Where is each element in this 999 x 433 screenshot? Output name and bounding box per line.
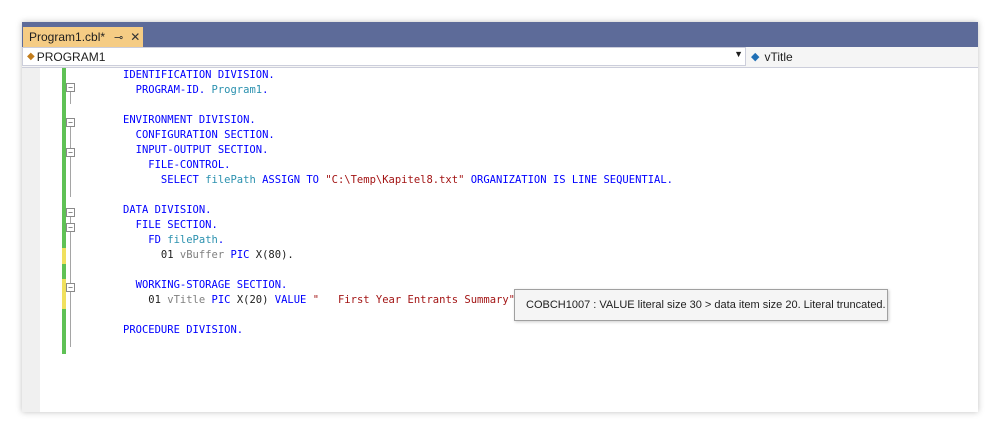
change-bar-unsaved [62, 248, 66, 264]
outline-line [70, 217, 71, 347]
type-dropdown[interactable]: ◆ PROGRAM1 ▼ [22, 47, 746, 66]
change-bar-saved [62, 68, 66, 248]
indicator-margin [22, 68, 40, 412]
tab-title: Program1.cbl* [29, 30, 106, 44]
code-line: SELECT filePath ASSIGN TO "C:\Temp\Kapit… [123, 174, 674, 186]
close-icon[interactable]: ✕ [130, 30, 140, 44]
collapse-icon[interactable]: − [66, 148, 75, 157]
pin-icon[interactable]: ⊸ [114, 31, 123, 44]
error-tooltip: COBCH1007 : VALUE literal size 30 > data… [514, 289, 888, 321]
collapse-icon[interactable]: − [66, 83, 75, 92]
collapse-icon[interactable]: − [66, 283, 75, 292]
outline-line [70, 92, 71, 104]
code-text-area[interactable]: IDENTIFICATION DIVISION. PROGRAM-ID. Pro… [123, 68, 978, 412]
document-tab-strip: Program1.cbl* ⊸ ✕ [22, 22, 978, 47]
program-icon: ◆ [27, 51, 35, 62]
field-icon: ◆ [751, 51, 760, 63]
outline-line [70, 127, 71, 197]
code-line: FILE-CONTROL. [123, 159, 231, 171]
line-margin [40, 68, 122, 412]
code-line: IDENTIFICATION DIVISION. [123, 69, 275, 81]
chevron-down-icon[interactable]: ▼ [734, 49, 743, 59]
change-bar-saved [62, 309, 66, 354]
change-bar-saved [62, 264, 66, 279]
member-dropdown-label: vTitle [764, 49, 793, 64]
code-line: INPUT-OUTPUT SECTION. [123, 144, 269, 156]
code-line: PROGRAM-ID. Program1. [123, 84, 269, 96]
code-line: FD filePath. [123, 234, 225, 246]
code-line: CONFIGURATION SECTION. [123, 129, 275, 141]
type-dropdown-label: PROGRAM1 [36, 49, 106, 64]
code-line: 01 vTitle PIC X(20) VALUE " First Year E… [123, 293, 521, 309]
collapse-icon[interactable]: − [66, 208, 75, 217]
code-editor[interactable]: − − − − − − IDENTIFICATION DIVISION. PRO… [22, 68, 978, 412]
code-line: DATA DIVISION. [123, 204, 212, 216]
member-dropdown[interactable]: ◆ vTitle [748, 47, 978, 66]
navigation-bar: ◆ PROGRAM1 ▼ ◆ vTitle [22, 47, 978, 68]
error-tooltip-text: COBCH1007 : VALUE literal size 30 > data… [526, 299, 886, 311]
editor-window: Program1.cbl* ⊸ ✕ ◆ PROGRAM1 ▼ ◆ vTitle … [22, 22, 978, 412]
code-line: FILE SECTION. [123, 219, 218, 231]
code-line: 01 vBuffer PIC X(80). [123, 249, 294, 261]
code-line: PROCEDURE DIVISION. [123, 324, 244, 336]
code-line: ENVIRONMENT DIVISION. [123, 114, 256, 126]
collapse-icon[interactable]: − [66, 118, 75, 127]
document-tab[interactable]: Program1.cbl* ⊸ ✕ [23, 27, 143, 47]
code-line: WORKING-STORAGE SECTION. [123, 279, 288, 291]
collapse-icon[interactable]: − [66, 223, 75, 232]
